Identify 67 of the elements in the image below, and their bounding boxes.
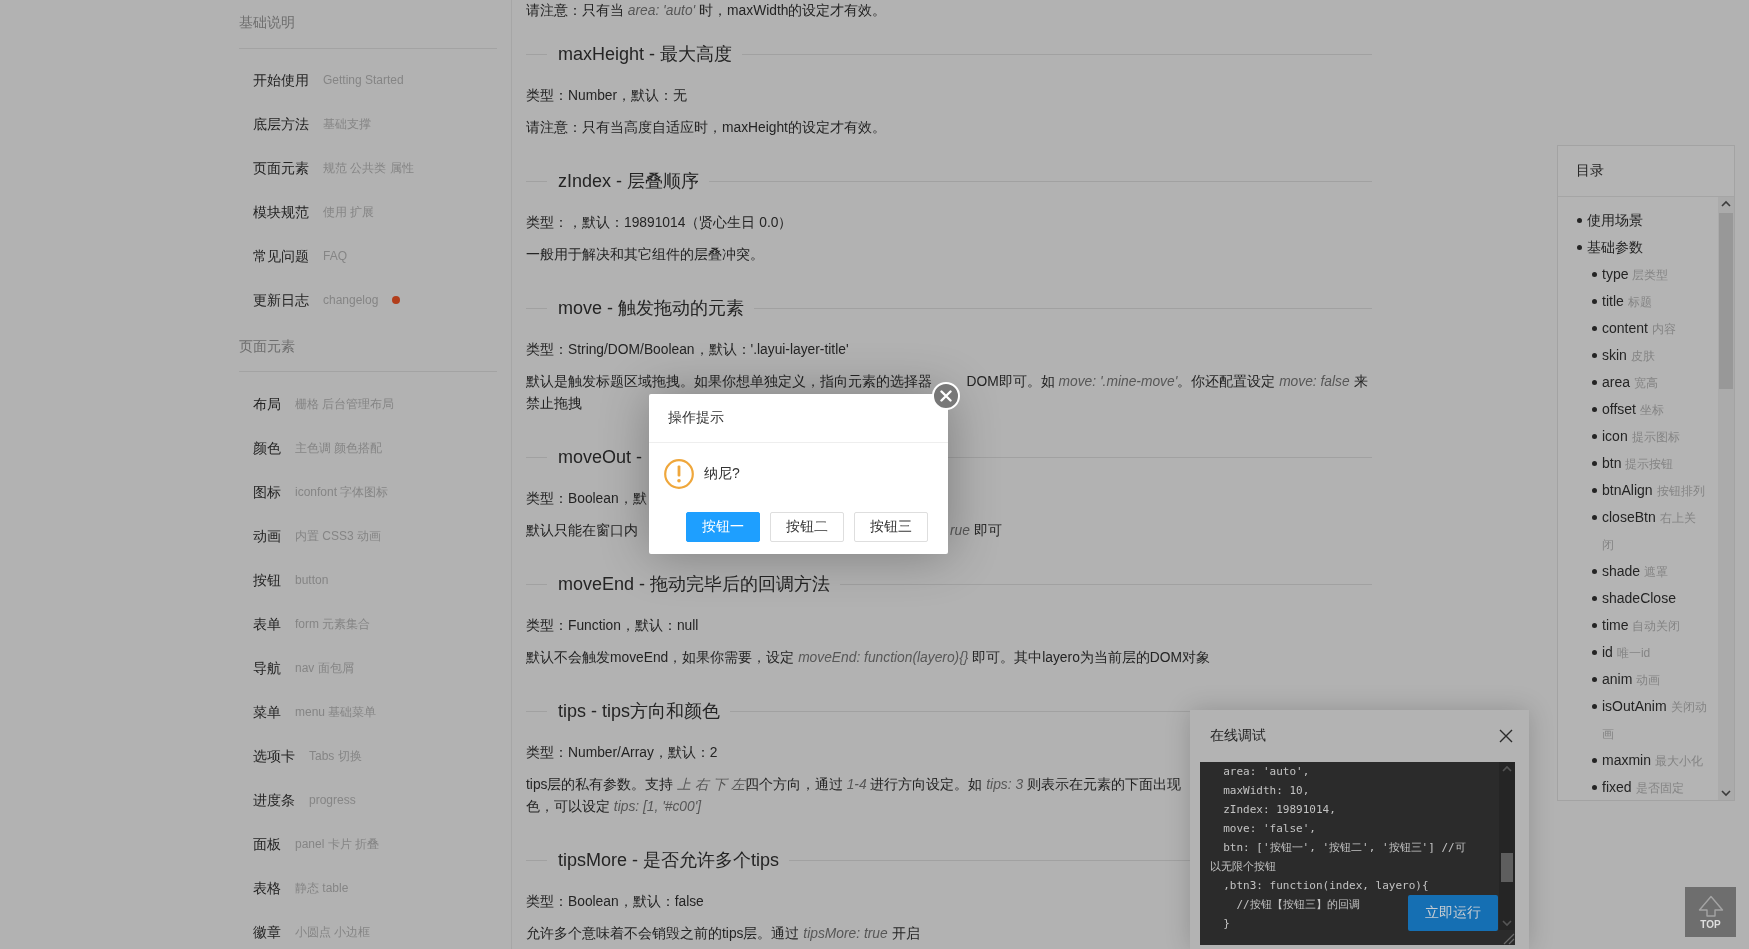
close-button[interactable] xyxy=(1498,728,1514,744)
bullet-icon xyxy=(1592,353,1597,358)
paragraph: 类型：Function，默认：null xyxy=(526,617,699,635)
bullet-icon xyxy=(1592,515,1597,520)
bullet-icon xyxy=(1592,434,1597,439)
section-heading: tipsMore - 是否允许多个tips xyxy=(558,849,780,872)
paragraph: 允许多个意味着不会销毁之前的tips层。通过 tipsMore: true 开启 xyxy=(526,925,920,943)
bullet-icon xyxy=(1592,623,1597,628)
paragraph: 类型：Boolean，默认：false xyxy=(526,893,704,911)
scrollbar[interactable] xyxy=(1718,197,1734,800)
scrollbar-thumb[interactable] xyxy=(1719,213,1733,389)
paragraph: 禁止拖拽 xyxy=(526,395,582,413)
toc-link[interactable]: 基础参数 xyxy=(1587,234,1643,261)
bullet-icon xyxy=(1592,407,1597,412)
dialog-title: 操作提示 xyxy=(668,409,724,427)
section-heading: zIndex - 层叠顺序 xyxy=(558,170,700,193)
bullet-icon xyxy=(1592,596,1597,601)
section-heading: maxHeight - 最大高度 xyxy=(558,43,733,66)
bullet-icon xyxy=(1592,569,1597,574)
paragraph: 类型：Number/Array，默认：2 xyxy=(526,744,718,762)
paragraph: tips层的私有参数。支持 上 右 下 左四个方向，通过 1-4 进行方向设定。如 tips: 3 则表示在元素的下面出现 色，可以设定 tips: [1, '#c00'] xyxy=(526,776,1181,816)
toc-title: 目录 xyxy=(1576,162,1604,180)
bullet-icon xyxy=(1592,677,1597,682)
bullet-icon xyxy=(1592,704,1597,709)
section-heading: move - 触发拖动的元素 xyxy=(558,297,744,320)
toc-link[interactable]: shadeClose xyxy=(1602,585,1676,612)
resize-handle-icon[interactable] xyxy=(1501,931,1515,945)
bullet-icon xyxy=(1592,758,1597,763)
close-icon xyxy=(940,390,952,402)
paragraph: 类型：String/DOM/Boolean，默认：'.layui-layer-title' xyxy=(526,341,849,359)
section-heading: moveEnd - 拖动完毕后的回调方法 xyxy=(558,573,831,596)
paragraph: 一般用于解决和其它组件的层叠冲突。 xyxy=(526,246,764,264)
paragraph: 请注意：只有当高度自适应时，maxHeight的设定才有效。 xyxy=(526,119,886,137)
paragraph: 类型：Number，默认：无 xyxy=(526,87,688,105)
paragraph: 类型：Boolean，默 xyxy=(526,490,647,508)
arrow-up-icon xyxy=(1697,894,1724,917)
warning-icon xyxy=(664,459,694,489)
scrollbar-thumb[interactable] xyxy=(1501,853,1513,882)
bullet-icon xyxy=(1592,461,1597,466)
toc-link[interactable]: 使用场景 xyxy=(1587,207,1643,234)
back-to-top-button[interactable]: TOP xyxy=(1685,887,1736,937)
group-heading: 基础说明 xyxy=(239,13,295,32)
scrollbar[interactable] xyxy=(1499,762,1515,930)
dialog-button[interactable]: 按钮三 xyxy=(854,512,928,542)
paragraph: 默认不会触发moveEnd，如果你需要，设定 moveEnd: function(layero){} 即可。其中layero为当前层的DOM对象 xyxy=(526,649,1210,667)
bullet-icon xyxy=(1577,218,1582,223)
panel-title: 在线调试 xyxy=(1210,727,1266,745)
paragraph: 默认只能在窗口内 xyxy=(526,522,638,540)
paragraph: 默认是触发标题区域拖拽。如果你想单独定义，指向元素的选择器 xyxy=(526,373,932,391)
bullet-icon xyxy=(1592,272,1597,277)
paragraph: 请注意：只有当 area: 'auto' 时，maxWidth的设定才有效。 xyxy=(526,2,887,20)
dialog-message: 纳尼? xyxy=(704,465,740,483)
bullet-icon xyxy=(1592,785,1597,790)
group-heading: 页面元素 xyxy=(239,337,295,356)
section-heading: tips - tips方向和颜色 xyxy=(558,700,721,723)
bullet-icon xyxy=(1577,245,1582,250)
paragraph: DOM即可。如 move: '.mine-move'。你还配置设定 move: false 来 xyxy=(966,373,1368,391)
dialog-button[interactable]: 按钮二 xyxy=(770,512,844,542)
bullet-icon xyxy=(1592,299,1597,304)
close-icon xyxy=(1499,729,1513,743)
paragraph: 类型：，默认：19891014（贤心生日 0.0） xyxy=(526,214,793,232)
bullet-icon xyxy=(1592,650,1597,655)
paragraph: rue 即可 xyxy=(950,522,1002,540)
bullet-icon xyxy=(1592,380,1597,385)
section-heading: moveOut - xyxy=(558,446,643,469)
bullet-icon xyxy=(1592,326,1597,331)
bullet-icon xyxy=(1592,488,1597,493)
